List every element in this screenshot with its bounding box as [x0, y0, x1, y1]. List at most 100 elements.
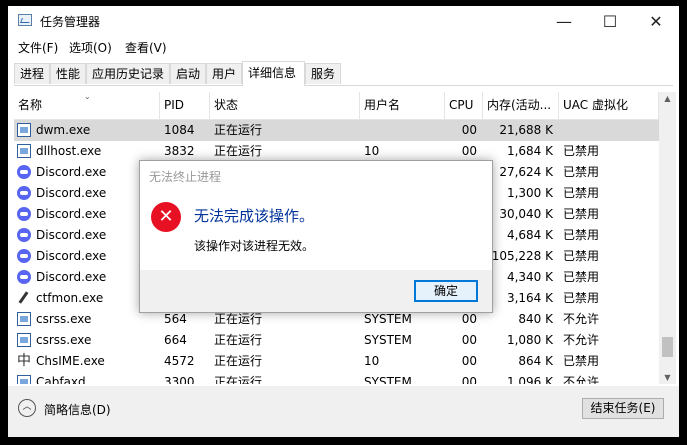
column-header-uac[interactable]: UAC 虚拟化 — [559, 92, 659, 119]
cell-memory: 840 K — [518, 312, 553, 326]
title-bar[interactable]: 任务管理器 — ☐ ✕ — [8, 6, 679, 36]
table-row[interactable]: Cabfaxd... 3300 正在运行 SYSTEM 00 1,096 K 不允许 — [14, 372, 659, 384]
scroll-up-icon[interactable]: ▲ — [659, 94, 676, 103]
cell-uac: 不允许 — [563, 312, 600, 326]
tab-app-history[interactable]: 应用历史记录 — [86, 63, 170, 84]
app-window-icon — [17, 123, 31, 137]
cell-uac: 已禁用 — [563, 144, 600, 158]
tab-processes[interactable]: 进程 — [14, 63, 50, 84]
tab-startup[interactable]: 启动 — [170, 63, 206, 84]
column-header-status[interactable]: 状态 — [210, 92, 360, 119]
app-window-icon — [17, 333, 31, 347]
discord-icon — [17, 249, 31, 263]
fewer-details-link[interactable]: 简略信息(D) — [44, 401, 111, 418]
cell-pid: 3832 — [164, 144, 195, 158]
cell-name: Cabfaxd... — [14, 372, 160, 384]
error-dialog: 无法终止进程 ✕ 无法完成该操作。 该操作对该进程无效。 确定 — [139, 160, 493, 313]
window-title: 任务管理器 — [40, 15, 101, 29]
chevron-up-icon[interactable]: ︿ — [18, 399, 36, 417]
cell-username: SYSTEM — [364, 375, 412, 384]
dialog-detail-message: 该操作对该进程无效。 — [194, 239, 315, 253]
cell-memory: 27,624 K — [499, 165, 553, 179]
cell-memory: 30,040 K — [499, 207, 553, 221]
cell-cpu: 00 — [461, 375, 477, 384]
cell-username: 10 — [364, 354, 380, 368]
tab-users[interactable]: 用户 — [206, 63, 242, 84]
cell-pid: 4572 — [164, 354, 195, 368]
cell-uac: 不允许 — [563, 375, 600, 384]
app-window-icon — [17, 375, 31, 384]
cell-username: 10 — [364, 144, 380, 158]
ok-button[interactable]: 确定 — [414, 280, 478, 302]
task-manager-icon — [18, 14, 32, 26]
column-header-pid[interactable]: PID — [160, 92, 210, 119]
app-window-icon — [17, 312, 31, 326]
cell-memory: 21,688 K — [499, 123, 553, 137]
cell-name: dwm.exe — [14, 120, 160, 141]
pen-icon — [17, 291, 31, 305]
end-task-button[interactable]: 结束任务(E) — [582, 398, 664, 419]
tab-strip: 进程 性能 应用历史记录 启动 用户 详细信息 服务 — [14, 61, 673, 86]
cell-uac: 已禁用 — [563, 228, 600, 242]
cell-uac — [559, 120, 659, 141]
cell-status: 正在运行 — [214, 354, 263, 368]
column-header-cpu[interactable]: CPU — [445, 92, 483, 119]
cell-memory: 1,684 K — [506, 144, 553, 158]
vertical-scrollbar[interactable]: ▲ ▼ — [659, 92, 676, 384]
cell-uac: 已禁用 — [563, 186, 600, 200]
cell-name: dllhost.exe — [14, 141, 160, 162]
tab-performance[interactable]: 性能 — [50, 63, 86, 84]
column-header-username[interactable]: 用户名 — [360, 92, 445, 119]
scroll-down-icon[interactable]: ▼ — [659, 373, 676, 382]
column-header-memory[interactable]: 内存(活动... — [483, 92, 559, 119]
cell-username: SYSTEM — [364, 333, 412, 347]
menu-bar: 文件(F) 选项(O) 查看(V) — [8, 36, 679, 58]
column-header-name[interactable]: ⌄ 名称 — [14, 92, 160, 119]
cell-pid: 1084 — [164, 123, 195, 137]
sort-descending-icon: ⌄ — [84, 92, 91, 101]
menu-file[interactable]: 文件(F) — [18, 39, 58, 56]
dialog-button-bar: 确定 — [140, 270, 492, 312]
cell-memory: 3,164 K — [506, 291, 553, 305]
table-row[interactable]: 中 ChsIME.exe 4572 正在运行 10 00 864 K 已禁用 — [14, 351, 659, 372]
ime-icon: 中 — [17, 353, 31, 369]
dialog-main-message: 无法完成该操作。 — [194, 207, 315, 225]
cell-cpu: 00 — [461, 123, 477, 137]
cell-username — [360, 120, 445, 141]
table-row[interactable]: csrss.exe 664 正在运行 SYSTEM 00 1,080 K 不允许 — [14, 330, 659, 351]
footer-bar: ︿ 简略信息(D) 结束任务(E) — [8, 386, 679, 437]
cell-pid: 3300 — [164, 375, 195, 384]
cell-name: csrss.exe — [14, 330, 160, 351]
minimize-button[interactable]: — — [541, 6, 587, 36]
cell-memory: 4,684 K — [506, 228, 553, 242]
dialog-title: 无法终止进程 — [149, 170, 222, 184]
cell-memory: 1,080 K — [506, 333, 553, 347]
discord-icon — [17, 186, 31, 200]
tab-services[interactable]: 服务 — [305, 63, 341, 84]
discord-icon — [17, 207, 31, 221]
maximize-button[interactable]: ☐ — [587, 6, 633, 36]
cell-uac: 已禁用 — [563, 291, 600, 305]
cell-uac: 已禁用 — [563, 165, 600, 179]
cell-status: 正在运行 — [214, 333, 263, 347]
table-row[interactable]: dllhost.exe 3832 正在运行 10 00 1,684 K 已禁用 — [14, 141, 659, 162]
close-button[interactable]: ✕ — [633, 6, 679, 36]
cell-cpu: 00 — [461, 144, 477, 158]
cell-status: 正在运行 — [214, 375, 263, 384]
error-icon: ✕ — [151, 202, 181, 232]
cell-memory: 4,340 K — [506, 270, 553, 284]
cell-status: 正在运行 — [214, 123, 263, 137]
cell-pid: 664 — [164, 333, 187, 347]
tab-details[interactable]: 详细信息 — [242, 61, 305, 86]
cell-uac: 已禁用 — [563, 207, 600, 221]
cell-status: 正在运行 — [214, 144, 263, 158]
app-window-icon — [17, 144, 31, 158]
scrollbar-thumb[interactable] — [662, 337, 673, 357]
menu-options[interactable]: 选项(O) — [69, 39, 112, 56]
cell-memory: 105,228 K — [491, 249, 553, 263]
cell-memory: 1,300 K — [506, 186, 553, 200]
discord-icon — [17, 270, 31, 284]
cell-uac: 已禁用 — [563, 270, 600, 284]
table-row[interactable]: dwm.exe 1084 正在运行 00 21,688 K — [14, 120, 659, 141]
menu-view[interactable]: 查看(V) — [125, 39, 167, 56]
